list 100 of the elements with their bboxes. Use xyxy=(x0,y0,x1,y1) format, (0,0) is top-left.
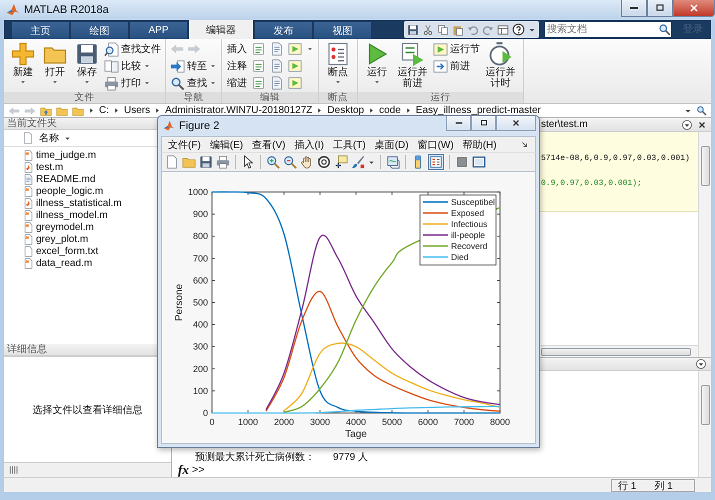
new-file-button[interactable] xyxy=(165,155,179,169)
toolstrip-button[interactable]: 查找文件 xyxy=(104,41,161,57)
section-icon[interactable] xyxy=(288,42,302,56)
caret-icon[interactable] xyxy=(368,158,375,166)
toolstrip-button[interactable]: 缩进 xyxy=(226,76,248,90)
menu-item[interactable]: 桌面(D) xyxy=(374,138,409,152)
panel-button[interactable] xyxy=(472,155,486,169)
toolstrip-button[interactable]: 前进 xyxy=(433,58,480,74)
menu-item[interactable]: 查看(V) xyxy=(252,138,286,152)
menu-item[interactable]: 文件(F) xyxy=(168,138,201,152)
dropdown-icon[interactable] xyxy=(695,358,707,370)
menu-item[interactable]: 插入(I) xyxy=(294,138,324,152)
toolstrip-button[interactable]: 打印 xyxy=(104,75,161,91)
help-icon[interactable] xyxy=(512,23,525,36)
document-icon[interactable] xyxy=(270,59,284,73)
file-item[interactable]: time_judge.m xyxy=(4,149,96,161)
file-item[interactable]: README.md xyxy=(4,173,96,185)
dock-arrow-icon[interactable] xyxy=(521,140,529,148)
search-icon[interactable] xyxy=(696,105,707,116)
toolstrip-button[interactable]: 保存 xyxy=(72,41,102,86)
toolstrip-button[interactable]: 插入 xyxy=(226,42,248,56)
edit-icon[interactable] xyxy=(252,76,266,90)
toolstrip-button[interactable]: 转至 xyxy=(170,58,217,74)
path-segment[interactable]: Easy_illness_predict-master xyxy=(416,105,541,116)
ribbon-tab[interactable]: APP xyxy=(130,22,187,39)
copy-icon[interactable] xyxy=(437,24,449,36)
section-icon[interactable] xyxy=(288,59,302,73)
maximize-button[interactable] xyxy=(471,116,496,131)
scrollbar-thumb[interactable] xyxy=(701,146,710,186)
edit-icon[interactable] xyxy=(252,42,266,56)
path-segment[interactable]: Administrator.WIN7U-20180127Z xyxy=(165,105,312,116)
data-cursor-button[interactable] xyxy=(334,155,348,169)
file-item[interactable]: test.m xyxy=(4,161,64,173)
toolstrip-button[interactable]: 运行 xyxy=(362,41,392,86)
columns-icon[interactable] xyxy=(8,464,20,476)
close-icon[interactable] xyxy=(697,120,707,130)
menu-item[interactable]: 编辑(E) xyxy=(210,138,244,152)
scrollbar-thumb[interactable] xyxy=(541,348,691,356)
ribbon-tab[interactable]: 编辑器 xyxy=(189,20,253,39)
search-field[interactable]: 搜索文档 xyxy=(545,22,658,37)
toolstrip-button[interactable]: 注释 xyxy=(226,59,248,73)
ribbon-tab[interactable]: 视图 xyxy=(314,22,371,39)
vertical-scrollbar[interactable] xyxy=(698,371,711,477)
caret-icon[interactable] xyxy=(306,46,314,52)
edit-icon[interactable] xyxy=(252,59,266,73)
link-plot-button[interactable] xyxy=(386,155,400,169)
file-item[interactable]: illness_statistical.m xyxy=(4,197,122,209)
close-button[interactable] xyxy=(673,0,715,17)
toolstrip-button[interactable]: 打开 xyxy=(40,41,70,86)
toolstrip-button[interactable]: 查找 xyxy=(170,75,217,91)
zoom-in-button[interactable] xyxy=(266,155,280,169)
ribbon-tab[interactable]: 绘图 xyxy=(71,22,128,39)
layout-icon[interactable] xyxy=(497,24,509,36)
path-segment[interactable]: code xyxy=(379,105,401,116)
file-item[interactable]: excel_form.txt xyxy=(4,245,98,257)
document-icon[interactable] xyxy=(270,42,284,56)
floppy-disk-button[interactable] xyxy=(199,155,213,169)
paste-icon[interactable] xyxy=(452,24,464,36)
file-item[interactable]: grey_plot.m xyxy=(4,233,88,245)
rotate-button[interactable] xyxy=(317,155,331,169)
file-item[interactable]: data_read.m xyxy=(4,257,92,269)
hand-button[interactable] xyxy=(300,155,314,169)
section-icon[interactable] xyxy=(288,76,302,90)
printer-button[interactable] xyxy=(216,155,230,169)
pointer-button[interactable] xyxy=(241,155,255,169)
path-segment[interactable]: C: xyxy=(99,105,109,116)
toolstrip-button[interactable]: 运行并计时 xyxy=(482,41,519,90)
file-item[interactable]: people_logic.m xyxy=(4,185,104,197)
minimize-button[interactable] xyxy=(621,0,647,17)
path-segment[interactable]: Users xyxy=(124,105,150,116)
file-item[interactable]: illness_model.m xyxy=(4,209,108,221)
zoom-out-button[interactable] xyxy=(283,155,297,169)
ribbon-tab[interactable]: 主页 xyxy=(12,22,69,39)
menu-item[interactable]: 帮助(H) xyxy=(462,138,497,152)
toolstrip-button[interactable]: 运行节 xyxy=(433,41,480,57)
toolstrip-button[interactable]: 比较 xyxy=(104,58,161,74)
dropdown-icon[interactable] xyxy=(681,118,693,130)
column-header[interactable]: 名称 xyxy=(4,130,104,146)
menu-item[interactable]: 工具(T) xyxy=(332,138,366,152)
ribbon-tab[interactable]: 发布 xyxy=(255,22,312,39)
path-segment[interactable]: Desktop xyxy=(327,105,364,116)
search-icon[interactable] xyxy=(658,22,671,37)
menu-item[interactable]: 窗口(W) xyxy=(418,138,454,152)
scrollbar-thumb[interactable] xyxy=(701,385,710,425)
legend-button[interactable] xyxy=(428,154,444,170)
close-button[interactable] xyxy=(496,116,536,131)
scissors-icon[interactable] xyxy=(422,24,434,36)
brush-button[interactable] xyxy=(351,155,365,169)
function-browser-button[interactable]: fx xyxy=(178,462,189,478)
vertical-scrollbar[interactable] xyxy=(698,132,711,357)
document-icon[interactable] xyxy=(270,76,284,90)
square-button[interactable] xyxy=(455,155,469,169)
maximize-button[interactable] xyxy=(647,0,673,17)
toolstrip-button[interactable]: 断点 xyxy=(323,41,353,86)
file-item[interactable]: greymodel.m xyxy=(4,221,94,233)
open-folder-button[interactable] xyxy=(182,155,196,169)
horizontal-scrollbar[interactable] xyxy=(541,345,698,357)
folder-up-icon[interactable] xyxy=(40,104,52,116)
toolstrip-button[interactable]: 运行并前进 xyxy=(394,41,431,90)
toolstrip-button[interactable]: 新建 xyxy=(8,41,38,86)
